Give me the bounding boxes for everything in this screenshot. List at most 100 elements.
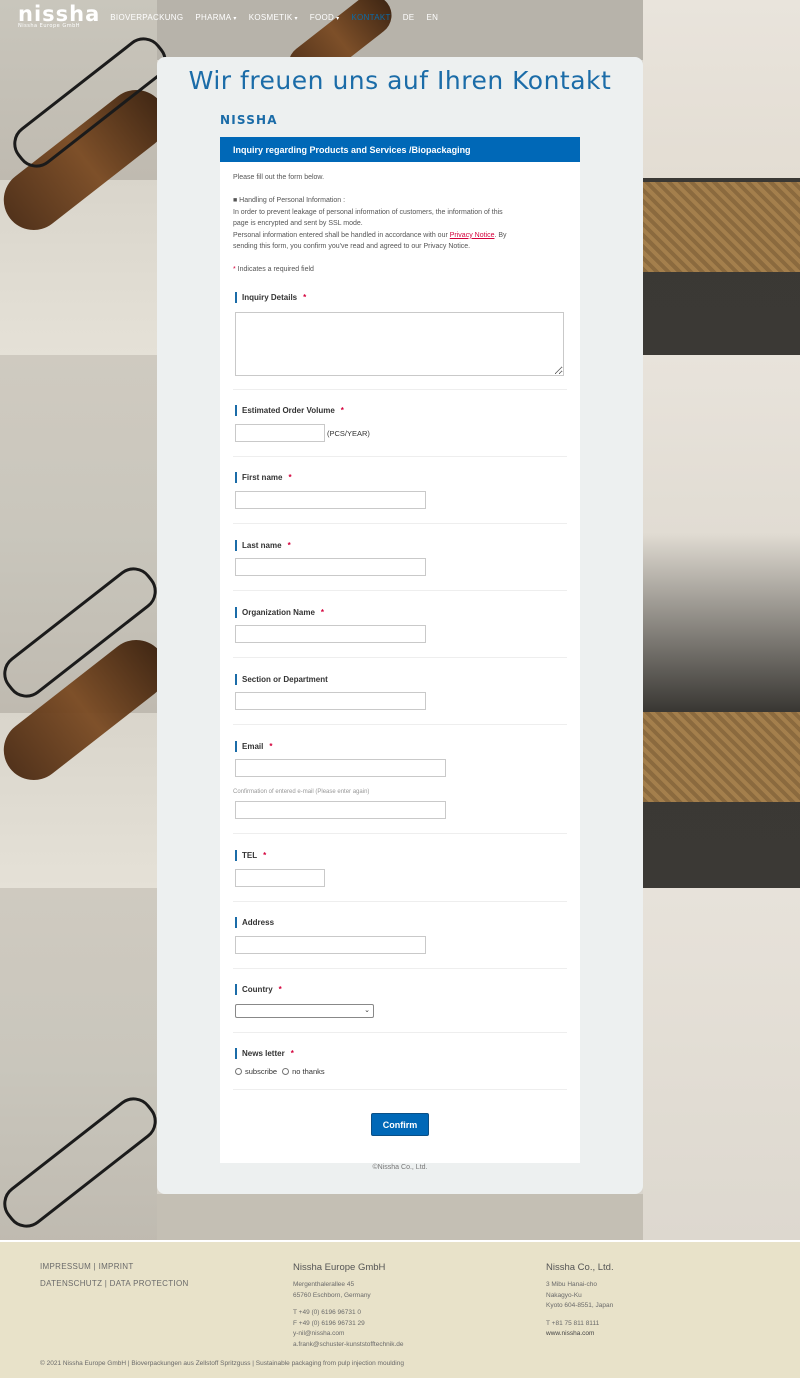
logo-wordmark: nissha xyxy=(18,2,101,26)
newsletter-options: subscribe no thanks xyxy=(235,1067,325,1076)
required-star: * xyxy=(290,1049,294,1058)
email-confirm-input[interactable] xyxy=(235,801,446,819)
nav-item-kontakt[interactable]: KONTAKT xyxy=(351,13,390,22)
chevron-down-icon: ▾ xyxy=(233,15,237,22)
page-title: Wir freuen uns auf Ihren Kontakt xyxy=(188,66,612,95)
required-star: * xyxy=(340,406,344,415)
footer-address-line: 65760 Eschborn, Germany xyxy=(293,1291,371,1299)
radio-subscribe[interactable] xyxy=(235,1068,242,1075)
privacy-notice-link[interactable]: Privacy Notice xyxy=(450,232,495,239)
footer-email-link[interactable]: y-nil@nissha.com xyxy=(293,1329,404,1340)
label-tel: TEL * xyxy=(235,850,266,861)
nav-item-bioverpackung[interactable]: BIOVERPACKUNG xyxy=(110,13,183,22)
cork-lid xyxy=(643,182,800,272)
email-confirm-hint: Confirmation of entered e-mail (Please e… xyxy=(233,789,370,795)
field-label-text: Address xyxy=(242,918,275,927)
nav-item-label: DE xyxy=(402,12,415,22)
organization-input[interactable] xyxy=(235,625,426,643)
privacy-section: ■ Handling of Personal Information : In … xyxy=(233,195,563,253)
footer-link-imprint[interactable]: IMPRESSUM | IMPRINT xyxy=(40,1262,189,1271)
divider xyxy=(233,968,567,969)
address-input[interactable] xyxy=(235,936,426,954)
divider xyxy=(233,389,567,390)
required-star: * xyxy=(303,293,307,302)
language-en[interactable]: EN xyxy=(426,13,438,22)
label-first-name: First name * xyxy=(235,472,292,483)
nav-item-label: KONTAKT xyxy=(351,12,391,22)
logo-subtitle: Nissha Europe GmbH xyxy=(18,23,81,29)
footer-japan-title: Nissha Co., Ltd. xyxy=(546,1262,614,1273)
field-label-text: News letter xyxy=(242,1049,285,1058)
footer-europe-title: Nissha Europe GmbH xyxy=(293,1262,386,1273)
footer-email-link[interactable]: a.frank@schuster-kunststofftechnik.de xyxy=(293,1340,404,1351)
top-navigation: nissha Nissha Europe GmbH BIOVERPACKUNG … xyxy=(0,0,800,34)
footer-fax: F +49 (0) 6196 96731 29 xyxy=(293,1319,365,1327)
privacy-text: page is encrypted and sent by SSL mode. xyxy=(233,220,363,227)
privacy-text: Personal information entered shall be ha… xyxy=(233,230,563,242)
nav-item-pharma[interactable]: PHARMA ▾ xyxy=(195,13,236,22)
nav-item-kosmetik[interactable]: KOSMETIK ▾ xyxy=(249,13,298,22)
brand-logo: NISSHA xyxy=(220,113,278,127)
logo[interactable]: nissha Nissha Europe GmbH xyxy=(18,2,101,30)
chevron-down-icon: ▾ xyxy=(336,15,340,22)
label-inquiry-details: Inquiry Details * xyxy=(235,292,306,303)
section-input[interactable] xyxy=(235,692,426,710)
divider xyxy=(233,724,567,725)
footer-phone: T +49 (0) 6196 96731 0 xyxy=(293,1309,362,1316)
first-name-input[interactable] xyxy=(235,491,426,509)
country-select[interactable]: ⌄ xyxy=(235,1004,374,1018)
language-de[interactable]: DE xyxy=(403,13,415,22)
privacy-text-part: . By xyxy=(494,231,507,239)
privacy-text: In order to prevent leakage of personal … xyxy=(233,208,503,216)
divider xyxy=(233,833,567,834)
tel-input[interactable] xyxy=(235,869,325,887)
label-address: Address xyxy=(235,917,274,928)
form-header: Inquiry regarding Products and Services … xyxy=(220,137,580,162)
divider xyxy=(233,590,567,591)
radio-no-thanks[interactable] xyxy=(282,1068,290,1075)
footer-europe: Nissha Europe GmbH Mergenthalerallee 45 … xyxy=(293,1262,404,1350)
chevron-down-icon: ⌄ xyxy=(364,1006,370,1014)
inquiry-details-textarea[interactable] xyxy=(235,312,564,376)
email-input[interactable] xyxy=(235,759,446,777)
footer-website-link[interactable]: www.nissha.com xyxy=(546,1329,614,1340)
chevron-down-icon: ▾ xyxy=(294,15,298,22)
confirm-button[interactable]: Confirm xyxy=(371,1113,429,1136)
radio-no-thanks-label[interactable]: no thanks xyxy=(292,1067,325,1076)
label-newsletter: News letter * xyxy=(235,1048,294,1059)
nav-item-food[interactable]: FOOD ▾ xyxy=(310,13,340,22)
footer: IMPRESSUM | IMPRINT DATENSCHUTZ | DATA P… xyxy=(0,1240,800,1378)
nav-item-label: FOOD xyxy=(309,12,335,22)
privacy-text-part: Personal information entered shall be ha… xyxy=(233,231,450,239)
order-volume-input[interactable] xyxy=(235,424,325,442)
form-intro: Please fill out the form below. xyxy=(233,174,325,181)
radio-subscribe-label[interactable]: subscribe xyxy=(245,1067,277,1076)
label-last-name: Last name * xyxy=(235,540,291,551)
label-country: Country * xyxy=(235,984,282,995)
last-name-input[interactable] xyxy=(235,558,426,576)
field-label-text: Section or Department xyxy=(242,675,328,684)
required-star: * xyxy=(288,473,292,482)
field-label-text: Estimated Order Volume xyxy=(242,406,335,415)
cork-lid xyxy=(643,712,800,802)
footer-address-line: 3 Mibu Hanai-cho xyxy=(546,1281,597,1288)
nav-item-label: EN xyxy=(426,12,439,22)
privacy-text: sending this form, you confirm you've re… xyxy=(233,243,471,250)
field-label-text: Last name xyxy=(242,541,282,550)
footer-link-privacy[interactable]: DATENSCHUTZ | DATA PROTECTION xyxy=(40,1279,189,1288)
footer-bottom-text: © 2021 Nissha Europe GmbH | Bioverpackun… xyxy=(40,1360,404,1367)
required-star: * xyxy=(269,742,273,751)
field-label-text: Country xyxy=(242,985,273,994)
field-label-text: Email xyxy=(242,742,264,751)
divider xyxy=(233,1032,567,1033)
nav-item-label: BIOVERPACKUNG xyxy=(110,12,184,22)
divider xyxy=(233,1089,567,1090)
order-volume-unit: (PCS/YEAR) xyxy=(327,429,370,438)
divider xyxy=(233,901,567,902)
required-note-text: Indicates a required field xyxy=(235,266,314,273)
footer-address-line: Mergenthalerallee 45 xyxy=(293,1281,355,1288)
divider xyxy=(233,657,567,658)
footer-address-line: Nakagyo-Ku xyxy=(546,1291,582,1299)
divider xyxy=(233,456,567,457)
required-star: * xyxy=(278,985,282,994)
